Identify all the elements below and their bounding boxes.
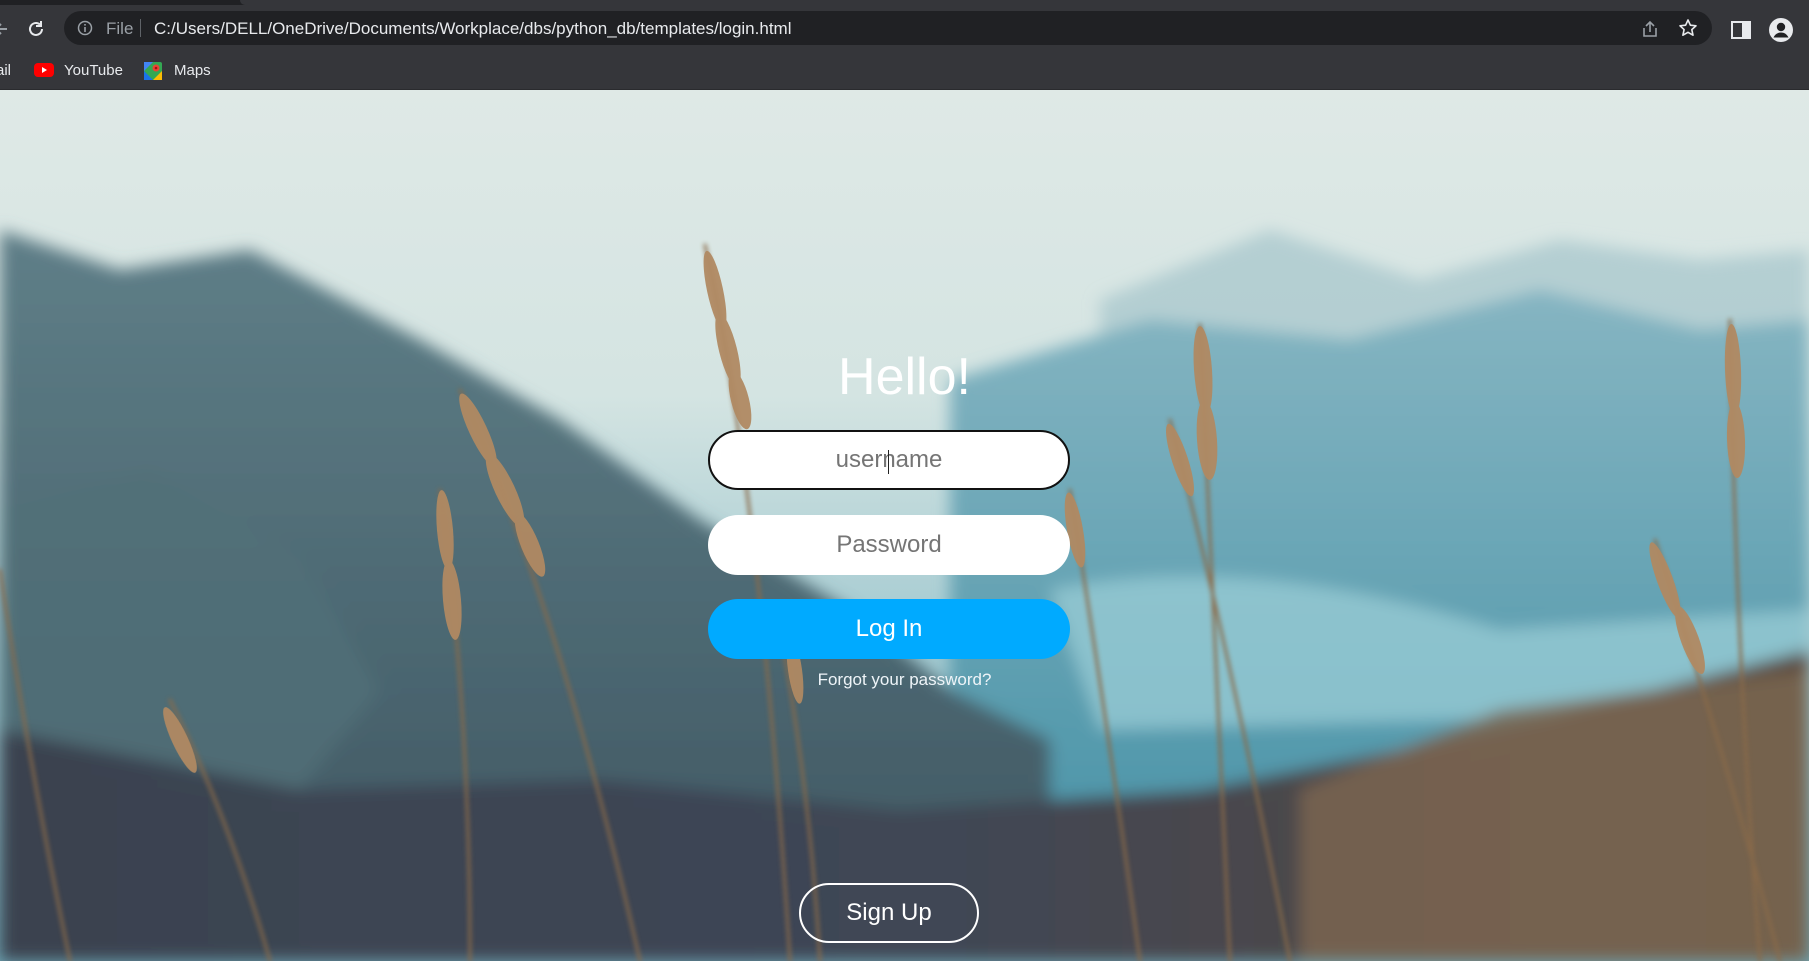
browser-toolbar: File C:/Users/DELL/OneDrive/Documents/Wo… <box>0 5 1809 50</box>
site-info-icon[interactable] <box>77 20 93 36</box>
youtube-icon <box>34 62 54 78</box>
address-separator <box>140 19 141 37</box>
maps-icon <box>144 62 164 80</box>
bookmark-maps[interactable]: Maps <box>144 59 211 81</box>
side-panel-icon[interactable] <box>1729 18 1753 42</box>
bookmark-label: YouTube <box>64 61 123 79</box>
forgot-password-link[interactable]: Forgot your password? <box>0 670 1809 690</box>
back-button[interactable] <box>0 15 16 43</box>
bookmark-label: ail <box>0 61 12 79</box>
bookmark-label: Maps <box>174 61 211 79</box>
back-arrow-icon <box>0 23 7 35</box>
address-bar[interactable]: File C:/Users/DELL/OneDrive/Documents/Wo… <box>64 11 1712 45</box>
username-input[interactable] <box>708 430 1070 490</box>
bookmark-star-icon[interactable] <box>1678 18 1698 38</box>
profile-icon[interactable] <box>1768 17 1794 43</box>
bookmark-gmail[interactable]: ail <box>0 59 11 81</box>
signup-button[interactable]: Sign Up <box>799 883 979 943</box>
address-scheme: File <box>106 19 134 38</box>
password-input[interactable] <box>708 515 1070 575</box>
share-icon[interactable] <box>1640 19 1660 39</box>
address-url[interactable]: C:/Users/DELL/OneDrive/Documents/Workpla… <box>154 19 791 39</box>
reload-icon <box>29 21 43 36</box>
login-button[interactable]: Log In <box>708 599 1070 659</box>
bookmarks-bar: ail YouTube Maps <box>0 50 1809 90</box>
bookmark-youtube[interactable]: YouTube <box>34 59 123 81</box>
login-heading: Hello! <box>838 348 971 406</box>
text-caret <box>888 450 889 474</box>
login-form: Hello! Log In Forgot your password? Sign… <box>0 90 1809 961</box>
page-viewport: Hello! Log In Forgot your password? Sign… <box>0 90 1809 961</box>
reload-button[interactable] <box>22 15 50 43</box>
